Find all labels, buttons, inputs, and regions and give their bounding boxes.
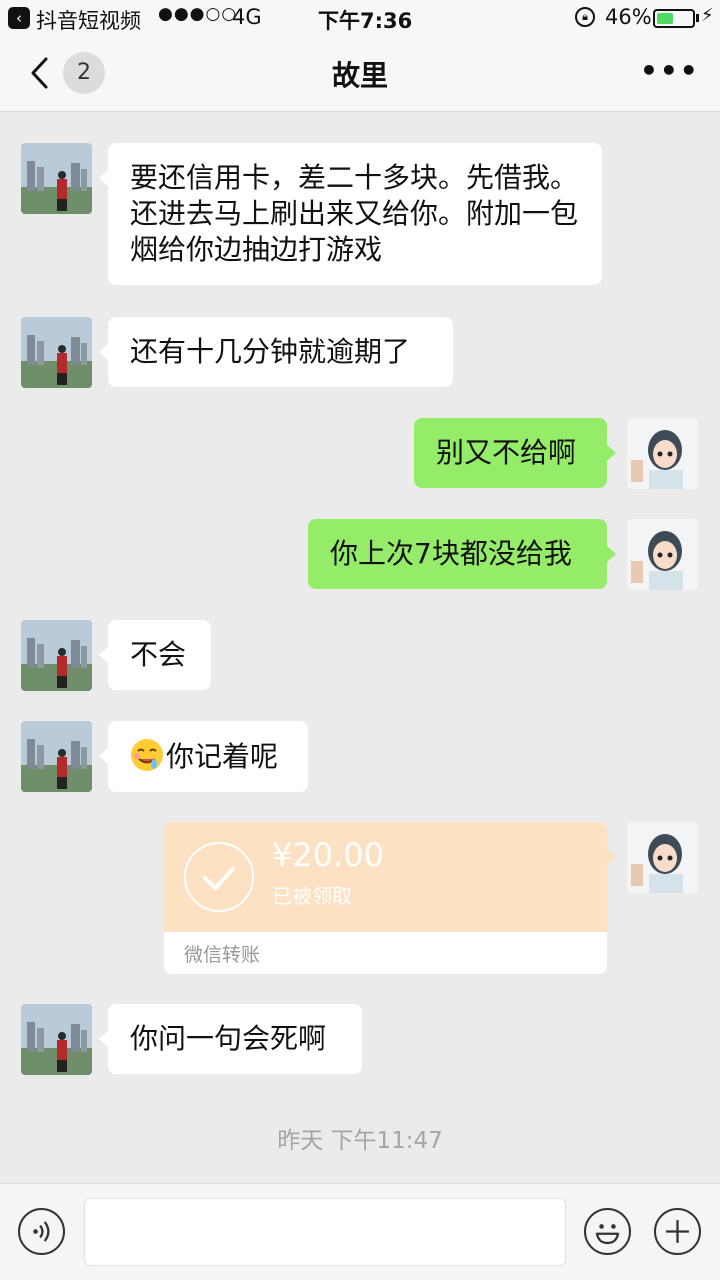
transfer-card-tail bbox=[606, 848, 616, 866]
clock: 下午7:36 bbox=[318, 9, 413, 33]
drooling-face-icon bbox=[131, 739, 163, 771]
contact-avatar[interactable] bbox=[21, 1004, 92, 1075]
received-check-icon bbox=[184, 842, 254, 912]
back-to-app-icon[interactable]: ‹ bbox=[8, 7, 30, 29]
my-avatar[interactable] bbox=[627, 822, 698, 893]
plus-icon[interactable] bbox=[654, 1208, 701, 1255]
transfer-label: 微信转账 bbox=[184, 944, 261, 966]
wechat-transfer-card[interactable]: ¥20.00 已被领取 微信转账 bbox=[164, 822, 607, 974]
incoming-message-bubble[interactable]: 你问一句会死啊 bbox=[99, 1004, 362, 1074]
outgoing-message-bubble[interactable]: 你上次7块都没给我 bbox=[308, 519, 616, 589]
contact-avatar[interactable] bbox=[21, 317, 92, 388]
input-bar bbox=[0, 1183, 720, 1280]
transfer-amount: ¥20.00 bbox=[272, 836, 384, 874]
signal-strength: ●●●○○ bbox=[158, 4, 238, 24]
message-timestamp: 昨天 下午11:47 bbox=[277, 1128, 443, 1154]
voice-icon[interactable] bbox=[18, 1208, 65, 1255]
emoji-icon[interactable] bbox=[584, 1208, 631, 1255]
chat-header: 2 故里 ••• bbox=[0, 36, 720, 112]
battery-tip bbox=[696, 14, 699, 22]
network-type: 4G bbox=[232, 5, 262, 29]
battery-percent: 46% bbox=[605, 5, 652, 29]
message-text: 你记着呢 bbox=[166, 740, 279, 773]
chat-title: 故里 bbox=[331, 59, 388, 92]
message-input[interactable] bbox=[84, 1198, 566, 1266]
outgoing-message-bubble[interactable]: 别又不给啊 bbox=[414, 418, 616, 488]
incoming-message-bubble[interactable]: 不会 bbox=[99, 620, 211, 690]
battery-icon bbox=[653, 9, 695, 28]
my-avatar[interactable] bbox=[627, 418, 698, 489]
message-list[interactable]: 要还信用卡，差二十多块。先借我。还进去马上刷出来又给你。附加一包烟给你边抽边打游… bbox=[0, 113, 720, 1183]
transfer-status: 已被领取 bbox=[272, 884, 352, 908]
my-avatar[interactable] bbox=[627, 519, 698, 590]
charging-icon: ⚡︎ bbox=[701, 5, 714, 26]
contact-avatar[interactable] bbox=[21, 620, 92, 691]
contact-avatar[interactable] bbox=[21, 143, 92, 214]
incoming-message-bubble[interactable]: 还有十几分钟就逾期了 bbox=[99, 317, 453, 387]
rotation-lock-icon: 🔒︎ bbox=[575, 7, 595, 27]
status-bar: ‹ 抖音短视频 ●●●○○ 4G 下午7:36 🔒︎ 46% ⚡︎ bbox=[0, 0, 720, 36]
contact-avatar[interactable] bbox=[21, 721, 92, 792]
incoming-message-bubble[interactable]: 你记着呢 bbox=[99, 721, 308, 792]
battery-fill bbox=[657, 13, 673, 24]
back-to-app-label[interactable]: 抖音短视频 bbox=[36, 5, 141, 35]
incoming-message-bubble[interactable]: 要还信用卡，差二十多块。先借我。还进去马上刷出来又给你。附加一包烟给你边抽边打游… bbox=[99, 143, 602, 285]
more-options-icon[interactable]: ••• bbox=[640, 54, 700, 87]
